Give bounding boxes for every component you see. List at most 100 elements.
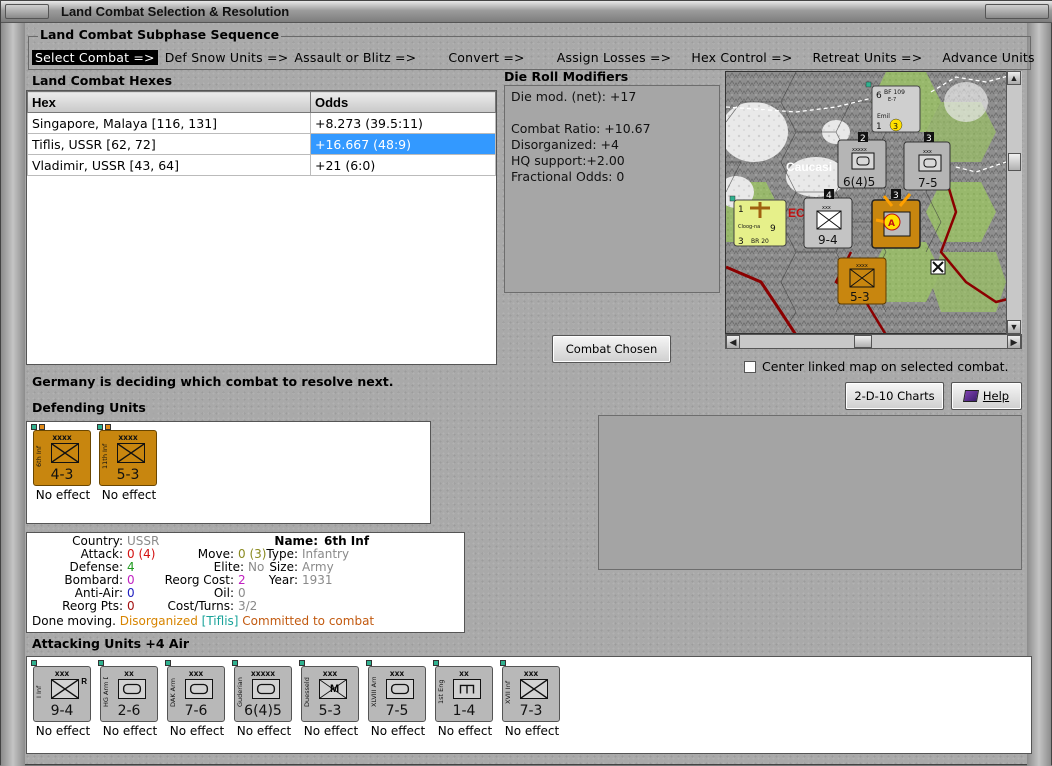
attacking-unit[interactable]: xxx I Inf R 9-4 No effect	[31, 660, 95, 740]
unit-counter[interactable]: xx 1st Eng 1-4	[435, 666, 493, 722]
armor-symbol-icon	[252, 679, 280, 699]
unit-counter[interactable]: xxx XVII Inf 7-3	[502, 666, 560, 722]
attacking-unit[interactable]: xx 1st Eng 1-4 No effect	[433, 660, 497, 740]
help-book-icon	[962, 390, 979, 402]
info-elite: No	[248, 560, 265, 574]
window-controls[interactable]	[985, 4, 1049, 19]
svg-text:A: A	[888, 219, 895, 229]
unit-strength: 7-5	[385, 703, 409, 719]
svg-text:xxx: xxx	[822, 205, 831, 211]
system-menu-icon[interactable]	[5, 4, 49, 19]
svg-text:3: 3	[893, 122, 898, 131]
unit-strength: 7-3	[519, 703, 543, 719]
unit-counter[interactable]: xxx Duesseldorf M 5-3	[301, 666, 359, 722]
engineer-symbol-icon	[453, 679, 481, 699]
map-label-ec: EC	[788, 206, 805, 220]
charts-button[interactable]: 2-D-10 Charts	[845, 382, 944, 410]
svg-text:1: 1	[738, 205, 744, 215]
scroll-thumb[interactable]	[1008, 153, 1021, 171]
attacking-unit[interactable]: xxxxx Guderian 6(4)5 No effect	[232, 660, 296, 740]
center-link-checkbox[interactable]	[744, 360, 756, 373]
hex-grass	[926, 182, 996, 242]
unit-counter[interactable]: xxx DAK Arm 7-6	[167, 666, 225, 722]
attacking-unit[interactable]: xxx XLVIII Arm 7-5 No effect	[366, 660, 430, 740]
svg-text:Cloog-na: Cloog-na	[738, 224, 760, 230]
land-combat-window: Land Combat Selection & Resolution Land …	[0, 0, 1052, 766]
scroll-left-icon[interactable]: ◀	[726, 335, 740, 349]
unit-counter[interactable]: xxxx 11th Inf 5-3	[99, 430, 157, 486]
scroll-down-icon[interactable]: ▼	[1007, 320, 1021, 334]
unit-result: No effect	[370, 724, 426, 738]
combat-chosen-button[interactable]: Combat Chosen	[552, 335, 671, 363]
col-hex[interactable]: Hex	[27, 91, 311, 113]
svg-text:Emil: Emil	[877, 113, 890, 120]
attacking-unit[interactable]: xxx XVII Inf 7-3 No effect	[500, 660, 564, 740]
attacking-unit[interactable]: xxx DAK Arm 7-6 No effect	[165, 660, 229, 740]
map-vertical-scrollbar[interactable]: ▲ ▼	[1006, 71, 1022, 334]
center-link-row[interactable]: Center linked map on selected combat.	[744, 359, 1009, 374]
svg-text:xxxx: xxxx	[856, 263, 868, 269]
map-counter-ussr[interactable]: xxxx 5-3	[837, 257, 887, 305]
hexes-table: Hex Odds Singapore, Malaya [116, 131] +8…	[27, 91, 496, 176]
hex-cell[interactable]: Singapore, Malaya [116, 131]	[27, 112, 311, 134]
odds-cell[interactable]: +16.667 (48:9)	[310, 133, 496, 155]
map-horizontal-scrollbar[interactable]: ◀ ▶	[725, 334, 1022, 349]
svg-text:5-3: 5-3	[850, 290, 870, 304]
svg-text:7-5: 7-5	[918, 176, 938, 190]
unit-strength: 2-6	[117, 703, 141, 719]
unit-counter[interactable]: xxxxx Guderian 6(4)5	[234, 666, 292, 722]
unit-result: No effect	[169, 724, 225, 738]
unit-result: No effect	[236, 724, 292, 738]
unit-result: No effect	[303, 724, 359, 738]
col-odds[interactable]: Odds	[310, 91, 496, 113]
map-counter-bf109[interactable]: 6 BF 109 E-7 Emil 1 3	[865, 81, 921, 133]
odds-cell[interactable]: +21 (6:0)	[310, 154, 496, 176]
hex-cell[interactable]: Tiflis, USSR [62, 72]	[27, 133, 311, 155]
unit-strength: 6(4)5	[244, 703, 282, 719]
map-counter-air-left[interactable]: 1 Cloog-na 9 3 BR 20	[729, 195, 787, 247]
info-year: 1931	[302, 573, 333, 587]
hq-support: HQ support:+2.00	[511, 153, 625, 168]
attacking-unit[interactable]: xxx Duesseldorf M 5-3 No effect	[299, 660, 363, 740]
hexes-list: Hex Odds Singapore, Malaya [116, 131] +8…	[26, 90, 497, 365]
step-retreat-units: Retreat Units =>	[812, 49, 923, 65]
attacking-unit[interactable]: xx HG Arm Div 2-6 No effect	[98, 660, 162, 740]
infantry-symbol-icon	[51, 679, 79, 699]
info-cost-turns: 3/2	[238, 599, 258, 613]
svg-text:9-4: 9-4	[818, 233, 838, 247]
scroll-thumb[interactable]	[854, 335, 872, 348]
map-counter-inf[interactable]: 4 xxx 9-4	[803, 189, 853, 249]
scroll-up-icon[interactable]: ▲	[1007, 71, 1021, 85]
svg-text:3: 3	[926, 134, 932, 144]
hex-cell[interactable]: Vladimir, USSR [43, 64]	[27, 154, 311, 176]
svg-text:xxxxx: xxxxx	[852, 147, 867, 153]
odds-cell[interactable]: +8.273 (39.5:11)	[310, 112, 496, 134]
unit-counter[interactable]: xxx I Inf R 9-4	[33, 666, 91, 722]
svg-text:9: 9	[770, 224, 776, 234]
scroll-right-icon[interactable]: ▶	[1007, 335, 1021, 349]
map-counter-guderian[interactable]: 2 xxxxx 6(4)5	[837, 132, 887, 189]
table-row-selected[interactable]: Tiflis, USSR [62, 72] +16.667 (48:9)	[27, 133, 496, 155]
defending-unit[interactable]: xxxx 11th Inf 5-3 No effect	[97, 424, 161, 504]
defending-unit[interactable]: xxxx 6th Inf 4-3 No effect	[31, 424, 95, 504]
reserve-mark: R	[81, 677, 87, 686]
table-row[interactable]: Singapore, Malaya [116, 131] +8.273 (39.…	[27, 112, 496, 134]
snow-area	[944, 82, 988, 122]
armor-symbol-icon	[118, 679, 146, 699]
step-assault-blitz: Assault or Blitz =>	[294, 49, 417, 65]
attacking-units-box: xxx I Inf R 9-4 No effect xx HG Arm Div 2-6 No e…	[26, 656, 1032, 754]
unit-counter[interactable]: xxx XLVIII Arm 7-5	[368, 666, 426, 722]
svg-text:3: 3	[893, 191, 899, 201]
disorganized-mod: Disorganized: +4	[511, 137, 619, 152]
map-label-caucasi: Caucasi	[786, 160, 832, 174]
linked-map[interactable]: Caucasi EC 6 BF 109 E-7 Emil 1 3 2 xxxxx	[725, 71, 1022, 334]
map-canvas[interactable]: Caucasi EC 6 BF 109 E-7 Emil 1 3 2 xxxxx	[726, 72, 1022, 334]
step-convert: Convert =>	[448, 49, 525, 65]
unit-counter[interactable]: xxxx 6th Inf 4-3	[33, 430, 91, 486]
info-reorg-pts: 0	[127, 599, 135, 613]
title-bar: Land Combat Selection & Resolution	[1, 1, 1052, 23]
table-row[interactable]: Vladimir, USSR [43, 64] +21 (6:0)	[27, 154, 496, 176]
unit-counter[interactable]: xx HG Arm Div 2-6	[100, 666, 158, 722]
help-button[interactable]: Help	[951, 382, 1022, 410]
unit-result: No effect	[35, 724, 91, 738]
